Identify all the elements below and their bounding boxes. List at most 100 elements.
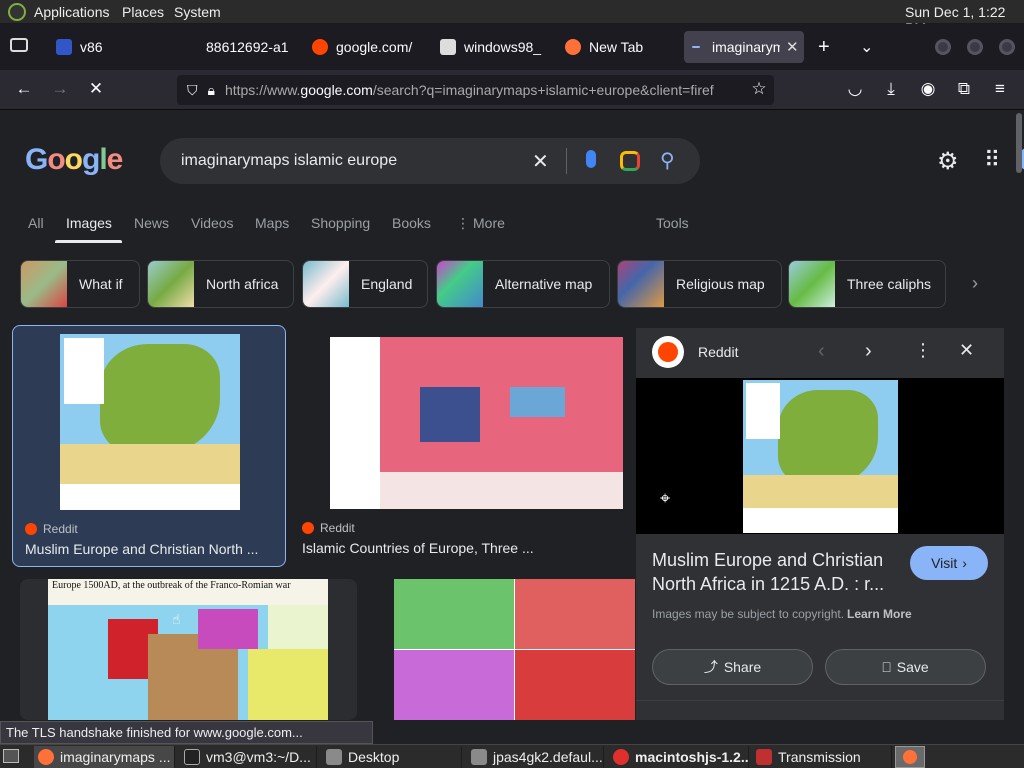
search-box[interactable]: imaginarymaps islamic europe ✕ ⚲ xyxy=(160,138,700,184)
menu-icon[interactable]: ≡ xyxy=(988,79,1012,99)
tab-images[interactable]: Images xyxy=(66,215,112,231)
google-images-page: Google imaginarymaps islamic europe ✕ ⚲ … xyxy=(0,111,1024,720)
chip-religious-map[interactable]: Religious map xyxy=(617,260,782,308)
chip-three-caliphs[interactable]: Three caliphs xyxy=(788,260,946,308)
chip-alternative-map[interactable]: Alternative map xyxy=(436,260,610,308)
url-prefix: https://www. xyxy=(224,82,301,98)
chip-thumbnail xyxy=(789,261,835,307)
folder-icon xyxy=(471,749,487,765)
task-label: Desktop xyxy=(348,749,400,765)
list-all-tabs-icon[interactable]: ⌄ xyxy=(860,37,873,57)
system-menu[interactable]: System xyxy=(174,4,221,20)
close-preview-icon[interactable]: ✕ xyxy=(959,340,974,361)
stop-loading-icon[interactable]: ✕ xyxy=(84,79,108,99)
tab-more[interactable]: More xyxy=(473,215,505,231)
tab-label: 88612692-a1 xyxy=(206,39,288,55)
taskbar: imaginarymaps ... vm3@vm3:~/D... Desktop… xyxy=(0,744,1024,768)
task-firefox[interactable]: imaginarymaps ... xyxy=(34,746,175,768)
task-desktop[interactable]: Desktop xyxy=(322,746,462,768)
tab-all[interactable]: All xyxy=(28,215,44,231)
chip-england[interactable]: England xyxy=(302,260,428,308)
task-terminal[interactable]: vm3@vm3:~/D... xyxy=(180,746,317,768)
share-button[interactable]: ⤴ Share xyxy=(652,649,813,685)
image-result-3[interactable]: Europe 1500AD, at the outbreak of the Fr… xyxy=(20,579,357,720)
settings-gear-icon[interactable]: ⚙ xyxy=(937,147,959,176)
tab-imaginarymaps[interactable]: imaginarym ✕ xyxy=(684,31,804,63)
minimize-icon[interactable] xyxy=(935,39,951,55)
search-icon[interactable]: ⚲ xyxy=(660,148,675,173)
downloads-icon[interactable]: ⤓ xyxy=(879,79,903,99)
account-icon[interactable]: ◉ xyxy=(916,79,940,99)
tab-videos[interactable]: Videos xyxy=(191,215,234,231)
save-button[interactable]: ⎕ Save xyxy=(825,649,986,685)
visit-button[interactable]: Visit › xyxy=(910,546,988,580)
tab-google-com[interactable]: google.com/ xyxy=(304,31,414,63)
close-window-icon[interactable] xyxy=(999,39,1015,55)
previous-icon[interactable]: ‹ xyxy=(818,340,825,363)
preview-title-line2[interactable]: North Africa in 1215 A.D. : r... xyxy=(652,574,884,595)
places-menu[interactable]: Places xyxy=(122,4,164,20)
image-result-4[interactable] xyxy=(394,579,635,720)
page-scrollbar[interactable] xyxy=(1016,113,1022,173)
preview-image[interactable] xyxy=(743,380,898,533)
transmission-icon xyxy=(756,749,772,765)
chips-next-icon[interactable]: › xyxy=(972,273,978,294)
tools-button[interactable]: Tools xyxy=(656,215,689,231)
image-result-1[interactable]: Reddit Muslim Europe and Christian North… xyxy=(12,325,286,567)
tab-shopping[interactable]: Shopping xyxy=(311,215,370,231)
lens-search-icon[interactable]: ⌖ xyxy=(660,488,670,509)
tab-88612692[interactable]: 88612692-a1 xyxy=(198,31,288,63)
task-transmission[interactable]: Transmission xyxy=(752,746,892,768)
archive-favicon-icon xyxy=(440,39,456,55)
learn-more-link[interactable]: Learn More xyxy=(847,607,912,621)
search-input[interactable]: imaginarymaps islamic europe xyxy=(181,152,397,170)
image-result-2[interactable]: Reddit Islamic Countries of Europe, Thre… xyxy=(295,325,635,567)
pocket-icon[interactable]: ◡ xyxy=(843,79,867,99)
close-tab-icon[interactable]: ✕ xyxy=(786,38,799,56)
preview-source[interactable]: Reddit xyxy=(698,344,738,360)
tab-overview-icon[interactable] xyxy=(10,38,28,52)
result-source: Reddit xyxy=(25,522,78,536)
gnome-logo-icon[interactable] xyxy=(8,3,26,21)
url-bar[interactable]: ⛉ 🔒︎ https://www. google.com /search?q=i… xyxy=(177,75,774,105)
chip-what-if[interactable]: What if xyxy=(20,260,140,308)
apps-grid-icon[interactable]: ⠿ xyxy=(984,147,1000,173)
next-icon[interactable]: › xyxy=(865,340,872,363)
result-title[interactable]: Muslim Europe and Christian North ... xyxy=(25,541,258,557)
voice-search-icon[interactable] xyxy=(586,150,596,168)
shield-icon[interactable]: ⛉ xyxy=(187,82,198,99)
task-label: macintoshjs-1.2... xyxy=(635,749,749,765)
result-source: Reddit xyxy=(302,521,355,535)
clear-search-icon[interactable]: ✕ xyxy=(532,149,549,174)
tab-books[interactable]: Books xyxy=(392,215,431,231)
show-desktop-icon[interactable] xyxy=(3,749,19,763)
result-image-europe-1500ad: Europe 1500AD, at the outbreak of the Fr… xyxy=(48,579,328,720)
lens-icon[interactable] xyxy=(620,151,640,171)
status-tooltip: The TLS handshake finished for www.googl… xyxy=(0,721,373,744)
hand-cursor-icon: ☝ xyxy=(172,611,181,627)
more-options-icon[interactable]: ⋮ xyxy=(914,340,932,361)
tab-news[interactable]: News xyxy=(134,215,169,231)
task-jpas4gk2[interactable]: jpas4gk2.defaul... xyxy=(467,746,604,768)
tab-windows98[interactable]: windows98_ xyxy=(432,31,550,63)
lock-icon[interactable]: 🔒︎ xyxy=(208,82,215,99)
google-logo[interactable]: Google xyxy=(25,143,123,177)
applications-menu[interactable]: Applications xyxy=(34,4,110,20)
task-macintoshjs[interactable]: macintoshjs-1.2... xyxy=(609,746,749,768)
tab-label: v86 xyxy=(80,39,103,55)
chip-north-africa[interactable]: North africa xyxy=(147,260,294,308)
result-title[interactable]: Islamic Countries of Europe, Three ... xyxy=(302,540,534,556)
preview-title-line1[interactable]: Muslim Europe and Christian xyxy=(652,550,883,571)
tab-v86[interactable]: v86 xyxy=(48,31,178,63)
workspace-switcher[interactable] xyxy=(895,746,925,768)
more-dots-icon[interactable]: ⋮ xyxy=(456,215,470,232)
tab-maps[interactable]: Maps xyxy=(255,215,289,231)
tab-label: New Tab xyxy=(589,39,644,55)
maximize-icon[interactable] xyxy=(967,39,983,55)
bookmark-star-icon[interactable]: ☆ xyxy=(747,79,771,99)
new-tab-icon[interactable]: + xyxy=(818,36,830,59)
tab-new-tab[interactable]: New Tab xyxy=(557,31,675,63)
back-icon[interactable]: ← xyxy=(12,79,36,99)
forward-icon[interactable]: → xyxy=(48,79,72,99)
extensions-icon[interactable]: ⧉ xyxy=(952,79,976,99)
